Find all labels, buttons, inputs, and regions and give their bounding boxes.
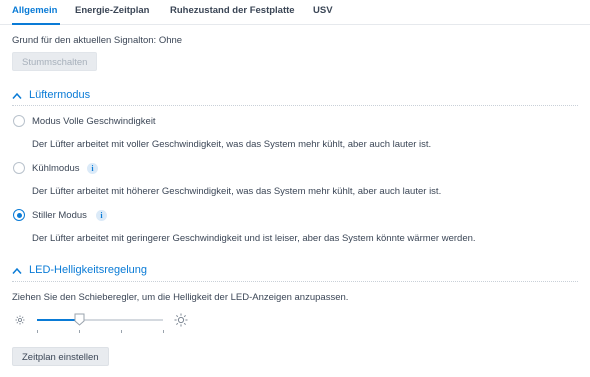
cool-mode-description: Der Lüfter arbeitet mit höherer Geschwin… [32,186,442,197]
beep-reason-text: Grund für den aktuellen Signalton: Ohne [12,35,183,46]
led-brightness-title: LED-Helligkeitsregelung [29,264,148,276]
info-icon[interactable]: i [87,163,98,174]
tab-general[interactable]: Allgemein [12,5,57,16]
brightness-slider-track[interactable] [37,319,163,321]
active-tab-indicator [12,23,60,25]
radio-label-full-speed[interactable]: Modus Volle Geschwindigkeit [32,116,156,127]
brightness-slider-area [12,311,202,335]
sun-small-icon [15,315,25,325]
section-divider [12,281,578,282]
fan-mode-title: Lüftermodus [29,89,91,101]
led-brightness-section-header[interactable]: LED-Helligkeitsregelung [12,264,578,280]
chevron-up-icon [12,267,22,274]
brightness-slider-thumb[interactable] [74,313,85,326]
info-icon[interactable]: i [96,210,107,221]
chevron-up-icon [12,92,22,99]
slider-tick [163,330,164,333]
radio-quiet-mode[interactable] [13,209,25,221]
slider-tick [37,330,38,333]
section-divider [12,105,578,106]
full-speed-description: Der Lüfter arbeitet mit voller Geschwind… [32,139,432,150]
sun-large-icon [174,313,188,327]
mute-button[interactable]: Stummschalten [12,52,98,71]
radio-full-speed[interactable] [13,115,25,127]
radio-label-cool-mode[interactable]: Kühlmodus [32,163,80,174]
slider-tick [121,330,122,333]
tab-ups[interactable]: USV [313,5,333,16]
set-schedule-button[interactable]: Zeitplan einstellen [12,347,109,366]
tab-bar: Allgemein Energie-Zeitplan Ruhezustand d… [0,0,590,25]
radio-label-quiet-mode[interactable]: Stiller Modus [32,210,87,221]
fan-mode-section-header[interactable]: Lüftermodus [12,89,578,105]
slider-tick [79,330,80,333]
led-instruction-text: Ziehen Sie den Schieberegler, um die Hel… [12,292,349,303]
tab-energy-schedule[interactable]: Energie-Zeitplan [75,5,149,16]
tab-disk-hibernation[interactable]: Ruhezustand der Festplatte [170,5,295,16]
quiet-mode-description: Der Lüfter arbeitet mit geringerer Gesch… [32,233,476,244]
radio-cool-mode[interactable] [13,162,25,174]
